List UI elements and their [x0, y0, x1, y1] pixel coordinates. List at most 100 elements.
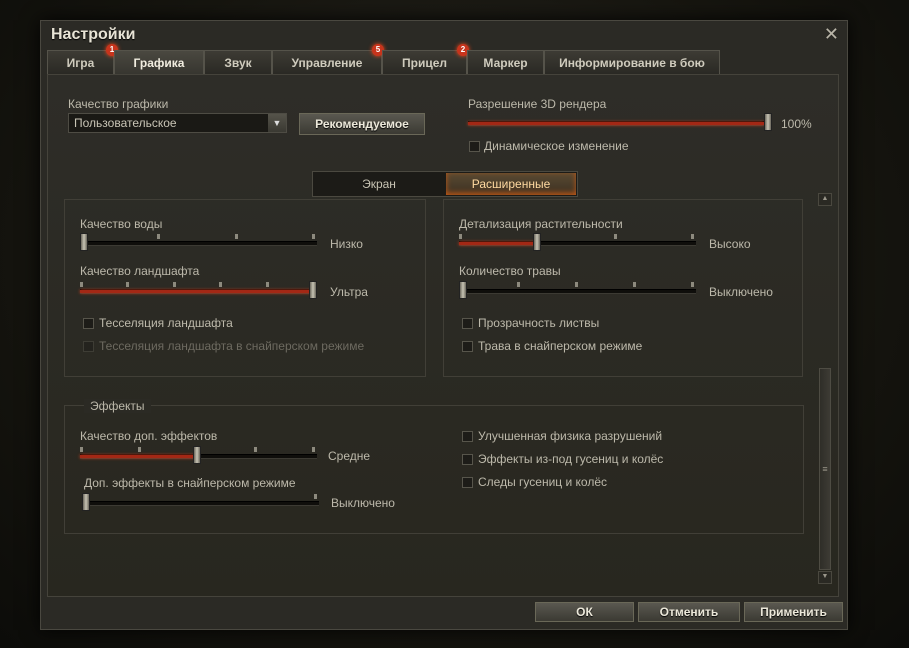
effects-quality-slider[interactable] [80, 446, 317, 464]
apply-button[interactable]: Применить [744, 602, 843, 622]
foliage-transparency-label: Прозрачность листвы [478, 316, 600, 330]
sniper-effects-slider[interactable] [82, 493, 319, 511]
slider-tick [266, 282, 269, 287]
effects-quality-fill [80, 455, 196, 458]
slider-tick [80, 447, 83, 452]
sniper-effects-label: Доп. эффекты в снайперском режиме [84, 476, 296, 490]
scroll-thumb[interactable]: ≡ [819, 368, 831, 570]
landscape-quality-slider[interactable] [80, 281, 317, 299]
slider-tick [691, 234, 694, 239]
tab-sound-label: Звук [224, 56, 252, 70]
slider-tick [138, 447, 141, 452]
window-title: Настройки [51, 26, 136, 43]
render-resolution-handle[interactable] [764, 113, 772, 131]
slider-tick [126, 282, 129, 287]
slider-tick [219, 282, 222, 287]
slider-tick [312, 447, 315, 452]
landscape-quality-value: Ультра [330, 285, 368, 299]
subtab-screen[interactable]: Экран [314, 173, 444, 195]
tab-aim[interactable]: Прицел 2 [382, 44, 469, 74]
tab-battle-info-label: Информирование в бою [559, 56, 705, 70]
grass-sniper-label: Трава в снайперском режиме [478, 339, 643, 353]
slider-tick [173, 282, 176, 287]
tab-controls-label: Управление [291, 56, 363, 70]
track-effects-label: Эффекты из-под гусениц и колёс [478, 452, 664, 466]
tessellation-sniper-label: Тесселяция ландшафта в снайперском режим… [99, 339, 365, 353]
sniper-effects-value: Выключено [331, 496, 395, 510]
effects-quality-label: Качество доп. эффектов [80, 429, 218, 443]
graphics-quality-value: Пользовательское [74, 116, 177, 130]
scroll-down-icon[interactable]: ▼ [818, 571, 832, 584]
vegetation-detail-slider[interactable] [459, 233, 696, 251]
render-resolution-fill [468, 122, 764, 125]
water-quality-slider[interactable] [80, 233, 317, 251]
recommended-button[interactable]: Рекомендуемое [299, 113, 425, 135]
dynamic-resolution-label: Динамическое изменение [484, 139, 629, 153]
slider-tick [80, 282, 83, 287]
render-resolution-slider[interactable] [468, 113, 772, 131]
effects-quality-handle[interactable] [193, 446, 201, 464]
effects-group [64, 405, 804, 534]
water-quality-handle[interactable] [80, 233, 88, 251]
scroll-up-icon[interactable]: ▲ [818, 193, 832, 206]
graphics-subtabs: Экран Расширенные [312, 171, 578, 197]
panel-scrollbar[interactable]: ▲ ≡ ▼ [818, 193, 832, 584]
tab-game[interactable]: Игра 1 [47, 44, 118, 74]
graphics-quality-label: Качество графики [68, 97, 169, 111]
tab-battle-info[interactable]: Информирование в бою [544, 50, 720, 74]
close-icon[interactable]: ✕ [824, 24, 839, 45]
slider-tick [691, 282, 694, 287]
foliage-transparency-checkbox[interactable] [462, 318, 473, 329]
landscape-quality-handle[interactable] [309, 281, 317, 299]
cancel-button[interactable]: Отменить [638, 602, 740, 622]
slider-tick [314, 494, 317, 499]
water-quality-label: Качество воды [80, 217, 163, 231]
vegetation-detail-label: Детализация растительности [459, 217, 623, 231]
landscape-quality-label: Качество ландшафта [80, 264, 200, 278]
tessellation-sniper-checkbox[interactable] [83, 341, 94, 352]
slider-tick [459, 234, 462, 239]
slider-tick [235, 234, 238, 239]
track-effects-checkbox[interactable] [462, 454, 473, 465]
effects-group-title: Эффекты [84, 399, 151, 413]
vegetation-detail-value: Высоко [709, 237, 751, 251]
chevron-down-icon: ▼ [268, 114, 286, 132]
landscape-quality-fill [80, 290, 313, 293]
grass-sniper-checkbox[interactable] [462, 341, 473, 352]
tab-graphics[interactable]: Графика [114, 50, 204, 75]
sniper-effects-handle[interactable] [82, 493, 90, 511]
graphics-quality-select[interactable]: Пользовательское ▼ [68, 113, 287, 133]
destruction-physics-checkbox[interactable] [462, 431, 473, 442]
tab-controls[interactable]: Управление 5 [272, 44, 384, 74]
settings-window: Настройки ✕ Игра 1 Графика Звук Управлен… [40, 20, 848, 630]
water-quality-value: Низко [330, 237, 363, 251]
grass-amount-slider[interactable] [459, 281, 696, 299]
slider-tick [157, 234, 160, 239]
tab-marker-label: Маркер [483, 56, 528, 70]
slider-tick [312, 234, 315, 239]
tessellation-checkbox[interactable] [83, 318, 94, 329]
slider-tick [575, 282, 578, 287]
tab-graphics-label: Графика [133, 56, 185, 70]
grass-amount-handle[interactable] [459, 281, 467, 299]
dialog-footer: ОК Отменить Применить [41, 600, 847, 629]
render-resolution-label: Разрешение 3D рендера [468, 97, 607, 111]
grass-amount-value: Выключено [709, 285, 773, 299]
slider-tick [517, 282, 520, 287]
track-marks-checkbox[interactable] [462, 477, 473, 488]
subtab-advanced[interactable]: Расширенные [446, 173, 576, 195]
vegetation-detail-handle[interactable] [533, 233, 541, 251]
tab-aim-label: Прицел [401, 56, 447, 70]
dynamic-resolution-checkbox[interactable] [469, 141, 480, 152]
destruction-physics-label: Улучшенная физика разрушений [478, 429, 663, 443]
slider-tick [633, 282, 636, 287]
vegetation-detail-fill [459, 242, 536, 245]
tessellation-label: Тесселяция ландшафта [99, 316, 233, 330]
ok-button[interactable]: ОК [535, 602, 634, 622]
tab-marker[interactable]: Маркер [467, 50, 544, 74]
track-marks-label: Следы гусениц и колёс [478, 475, 607, 489]
render-resolution-value: 100% [781, 117, 812, 131]
slider-tick [614, 234, 617, 239]
slider-tick [254, 447, 257, 452]
tab-sound[interactable]: Звук [204, 50, 272, 74]
